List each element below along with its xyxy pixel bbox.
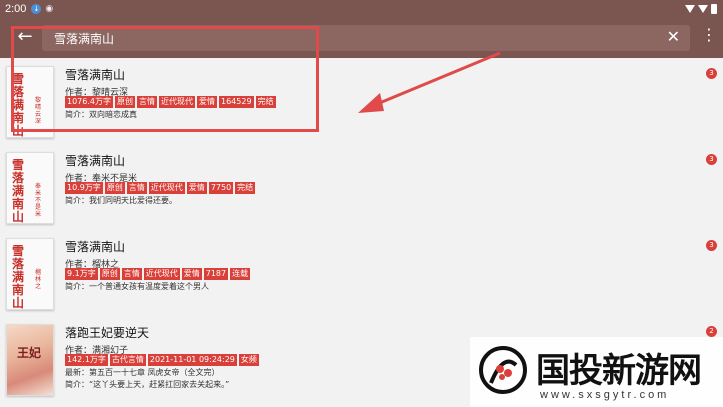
book-cover: 雪落满南山 黎晴云深 xyxy=(6,66,54,138)
book-tag: 爱情 xyxy=(186,182,207,194)
book-intro: 简介：双向暗恋成真 xyxy=(65,110,137,119)
cover-title: 王妃 xyxy=(17,346,42,360)
book-intro: 简介：我们同明天比爱得还要。 xyxy=(65,196,177,205)
book-tag: 言情 xyxy=(126,182,147,194)
app-bar: ← 雪落满南山 ✕ ⋮ xyxy=(0,18,723,58)
book-tag: 2021-11-01 09:24:29 xyxy=(147,354,237,366)
book-tag: 近代现代 xyxy=(143,268,180,280)
book-tag: 7750 xyxy=(208,182,234,194)
book-tags: 142.1万字 古代言情 2021-11-01 09:24:29 女频 xyxy=(65,354,259,366)
watermark-text: 国投新游网 xyxy=(536,351,702,391)
download-icon: ↓ xyxy=(31,4,42,14)
status-time: 2:00 xyxy=(5,3,27,15)
book-cover: 雪落满南山 奉米不是米 xyxy=(6,152,54,224)
watermark-logo-icon xyxy=(479,346,527,394)
book-title: 雪落满南山 xyxy=(65,68,126,82)
book-intro: 简介：“这丫头要上天，赶紧扛回家去关起来。” xyxy=(65,380,230,389)
book-tag: 原创 xyxy=(99,268,120,280)
signal-icon xyxy=(698,5,708,13)
book-tag: 连载 xyxy=(230,268,251,280)
book-latest-chapter: 最新：第五百一十七章 凤虎女帝（全文完） xyxy=(65,368,220,377)
book-title: 雪落满南山 xyxy=(65,154,126,168)
cover-title: 雪落满南山 xyxy=(12,244,25,310)
book-tag: 爱情 xyxy=(181,268,202,280)
book-tag: 9.1万字 xyxy=(65,268,98,280)
source-count-badge: 3 xyxy=(706,154,717,165)
source-count-badge: 3 xyxy=(706,240,717,251)
watermark-url: www.sxsgytr.com xyxy=(540,389,670,401)
book-tag: 近代现代 xyxy=(159,96,195,108)
cover-title: 雪落满南山 xyxy=(12,158,25,224)
book-tag: 爱情 xyxy=(197,96,217,108)
wifi-icon xyxy=(685,5,695,13)
watermark: 国投新游网 www.sxsgytr.com xyxy=(470,337,723,407)
book-tag: 古代言情 xyxy=(109,354,146,366)
book-cover: 雪落满南山 榴林之 xyxy=(6,238,54,310)
search-query[interactable]: 雪落满南山 xyxy=(54,30,114,47)
book-tag: 言情 xyxy=(121,268,142,280)
book-tag: 10.9万字 xyxy=(65,182,103,194)
shield-icon: ◉ xyxy=(45,4,54,14)
book-tags: 9.1万字 原创 言情 近代现代 爱情 7187 连载 xyxy=(65,268,251,280)
book-tags: 1076.4万字 原创 言情 近代现代 爱情 164529 完结 xyxy=(65,96,276,108)
battery-icon xyxy=(711,4,717,14)
cover-author: 奉米不是米 xyxy=(35,183,42,218)
source-count-badge: 2 xyxy=(706,326,717,337)
cover-author: 黎晴云深 xyxy=(35,97,42,125)
book-tags: 10.9万字 原创 言情 近代现代 爱情 7750 完结 xyxy=(65,182,256,194)
status-bar: 2:00 ↓ ◉ xyxy=(0,0,723,18)
book-tag: 原创 xyxy=(115,96,135,108)
search-field[interactable]: 雪落满南山 ✕ xyxy=(42,25,690,51)
book-tag: 女频 xyxy=(238,354,259,366)
book-tag: 言情 xyxy=(137,96,157,108)
source-count-badge: 3 xyxy=(706,68,717,79)
more-options-icon[interactable]: ⋮ xyxy=(701,27,717,43)
book-cover: 王妃 xyxy=(6,324,54,396)
book-tag: 完结 xyxy=(235,182,256,194)
book-tag: 7187 xyxy=(203,268,229,280)
book-tag: 1076.4万字 xyxy=(65,96,113,108)
book-title: 落跑王妃要逆天 xyxy=(65,326,150,340)
book-title: 雪落满南山 xyxy=(65,240,126,254)
book-result[interactable]: 雪落满南山 榴林之 雪落满南山 作者：榴林之 9.1万字 原创 言情 近代现代 … xyxy=(0,230,723,316)
cover-title: 雪落满南山 xyxy=(12,72,25,138)
cover-author: 榴林之 xyxy=(35,269,42,290)
book-tag: 164529 xyxy=(219,96,254,108)
book-tag: 142.1万字 xyxy=(65,354,108,366)
book-tag: 近代现代 xyxy=(148,182,185,194)
book-result[interactable]: 雪落满南山 奉米不是米 雪落满南山 作者：奉米不是米 10.9万字 原创 言情 … xyxy=(0,144,723,230)
book-result[interactable]: 雪落满南山 黎晴云深 雪落满南山 作者：黎晴云深 1076.4万字 原创 言情 … xyxy=(0,58,723,144)
clear-icon[interactable]: ✕ xyxy=(667,27,680,46)
book-tag: 原创 xyxy=(104,182,125,194)
book-intro: 简介：一个普通女孩有温度爱着这个男人 xyxy=(65,282,209,291)
book-tag: 完结 xyxy=(255,96,276,108)
back-arrow-icon[interactable]: ← xyxy=(14,26,36,48)
